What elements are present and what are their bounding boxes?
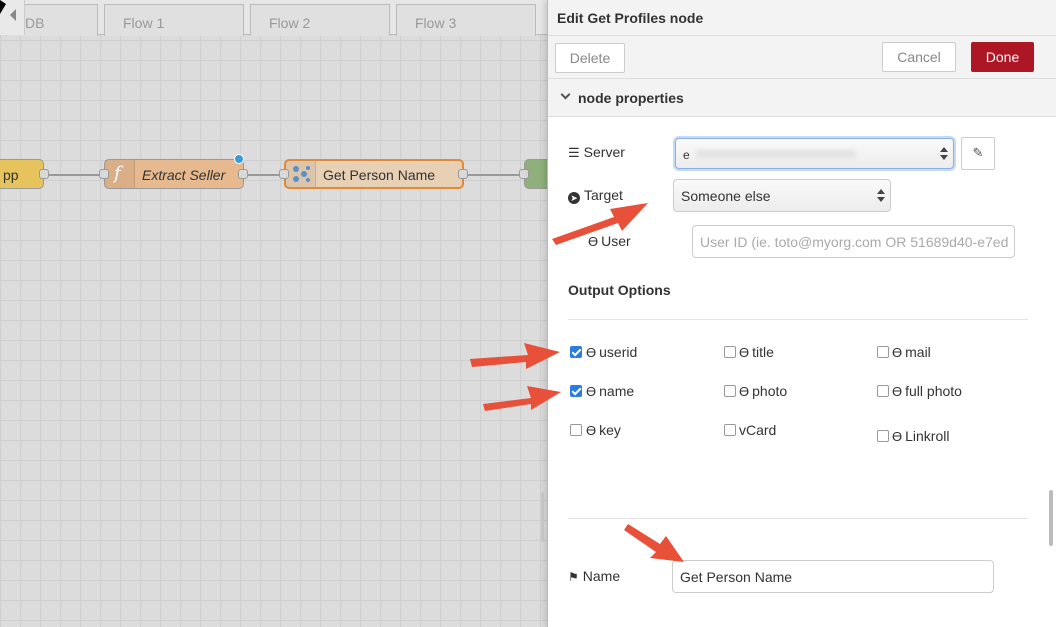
name-option[interactable]: ϴname: [586, 383, 634, 399]
cancel-button[interactable]: Cancel: [882, 42, 956, 72]
photo-option[interactable]: ϴphoto: [739, 383, 787, 399]
tab-flow-2[interactable]: Flow 2: [250, 4, 390, 36]
node-app-output-port[interactable]: [39, 169, 49, 179]
node-extract-seller-input-port[interactable]: [99, 169, 109, 179]
user-id-placeholder: User ID (ie. toto@myorg.com OR 51689d40-…: [700, 234, 1009, 250]
name-label: Name: [582, 568, 621, 584]
full-photo-checkbox[interactable]: [877, 385, 889, 397]
output-options-divider: [568, 319, 1028, 320]
tray-title: Edit Get Profiles node: [548, 0, 1056, 36]
vcard-checkbox[interactable]: [724, 424, 736, 436]
user-icon: ϴ: [892, 384, 903, 399]
flow-workspace[interactable]: DB Flow 1 Flow 2 Flow 3 pp f Extract Sel…: [0, 0, 547, 627]
function-icon: f: [105, 160, 135, 188]
mail-checkbox[interactable]: [877, 346, 889, 358]
tray-resize-handle[interactable]: [541, 492, 544, 542]
node-get-person-name-input-port[interactable]: [279, 169, 289, 179]
user-icon: ϴ: [739, 345, 750, 360]
server-value: e: [683, 148, 690, 162]
tab-flow-3[interactable]: Flow 3: [396, 4, 536, 36]
wire-profile-to-next[interactable]: [464, 174, 524, 176]
wire-app-to-function[interactable]: [44, 174, 104, 176]
server-label-row: ☰ Server: [568, 144, 625, 161]
server-list-icon: ☰: [568, 145, 580, 160]
linkroll-checkbox[interactable]: [877, 430, 889, 442]
chevron-down-icon: [560, 89, 571, 100]
done-button[interactable]: Done: [971, 42, 1034, 72]
user-label: User: [601, 233, 631, 249]
user-label-row: ϴ User: [588, 233, 631, 249]
key-checkbox[interactable]: [570, 424, 582, 436]
pencil-icon: ✎: [972, 145, 984, 160]
node-get-person-name-label: Get Person Name: [323, 167, 436, 183]
node-next[interactable]: [519, 159, 547, 189]
user-icon: ϴ: [739, 384, 750, 399]
target-select[interactable]: Someone else: [673, 179, 891, 212]
node-get-person-name-output-port[interactable]: [458, 169, 468, 179]
tab-flow-1[interactable]: Flow 1: [104, 4, 244, 36]
select-arrows-icon: [877, 189, 885, 203]
node-changed-indicator: [234, 154, 244, 164]
user-icon: ϴ: [586, 384, 597, 399]
select-arrows-icon: [940, 147, 948, 161]
node-next-input-port[interactable]: [519, 169, 529, 179]
section-title: node properties: [578, 90, 684, 106]
node-properties-section-header[interactable]: node properties: [548, 79, 1056, 117]
delete-button[interactable]: Delete: [555, 43, 625, 73]
user-icon: ϴ: [588, 234, 599, 249]
target-value: Someone else: [681, 188, 771, 204]
user-id-input[interactable]: User ID (ie. toto@myorg.com OR 51689d40-…: [692, 225, 1015, 258]
output-options-heading: Output Options: [568, 282, 671, 298]
node-extract-seller-output-port[interactable]: [238, 169, 248, 179]
node-get-person-name[interactable]: Get Person Name: [279, 159, 468, 189]
title-checkbox[interactable]: [724, 346, 736, 358]
key-option[interactable]: ϴkey: [586, 422, 621, 438]
profile-node-icon: [286, 161, 316, 187]
full-photo-option[interactable]: ϴfull photo: [892, 383, 962, 399]
server-redacted-value: [696, 150, 856, 158]
name-checkbox[interactable]: [570, 385, 582, 397]
arrow-circle-right-icon: ➤: [568, 192, 580, 204]
edit-tray: Edit Get Profiles node Delete Cancel Don…: [547, 0, 1056, 627]
name-label-row: ⚑ Name: [568, 568, 620, 584]
target-label: Target: [584, 187, 623, 203]
name-value: Get Person Name: [680, 569, 793, 585]
edit-server-button[interactable]: ✎: [961, 137, 995, 170]
node-app-label: pp: [3, 167, 19, 183]
name-input[interactable]: Get Person Name: [672, 560, 994, 593]
mouse-cursor-icon: [0, 0, 6, 14]
userid-checkbox[interactable]: [570, 346, 582, 358]
photo-checkbox[interactable]: [724, 385, 736, 397]
userid-option[interactable]: ϴuserid: [586, 344, 637, 360]
name-divider: [568, 518, 1028, 519]
user-icon: ϴ: [586, 423, 597, 438]
node-app[interactable]: pp: [0, 159, 49, 189]
server-label: Server: [583, 144, 625, 160]
linkroll-option[interactable]: ϴ Linkroll: [892, 428, 949, 444]
tray-scrollbar[interactable]: [1049, 490, 1053, 546]
tray-toolbar: Delete Cancel Done: [548, 36, 1056, 79]
title-option[interactable]: ϴtitle: [739, 344, 774, 360]
flow-tab-bar: DB Flow 1 Flow 2 Flow 3: [0, 0, 547, 36]
tag-icon: ⚑: [568, 570, 579, 584]
vcard-option[interactable]: vCard: [739, 422, 776, 438]
target-label-row: ➤ Target: [568, 187, 623, 204]
chevron-left-icon: [10, 9, 16, 21]
server-select[interactable]: e: [675, 138, 954, 169]
user-icon: ϴ: [892, 345, 903, 360]
user-icon: ϴ: [586, 345, 597, 360]
user-icon: ϴ: [892, 429, 903, 444]
mail-option[interactable]: ϴmail: [892, 344, 931, 360]
node-extract-seller-label: Extract Seller: [142, 167, 226, 183]
wire-function-to-profile[interactable]: [244, 174, 284, 176]
node-extract-seller[interactable]: f Extract Seller: [99, 154, 248, 189]
